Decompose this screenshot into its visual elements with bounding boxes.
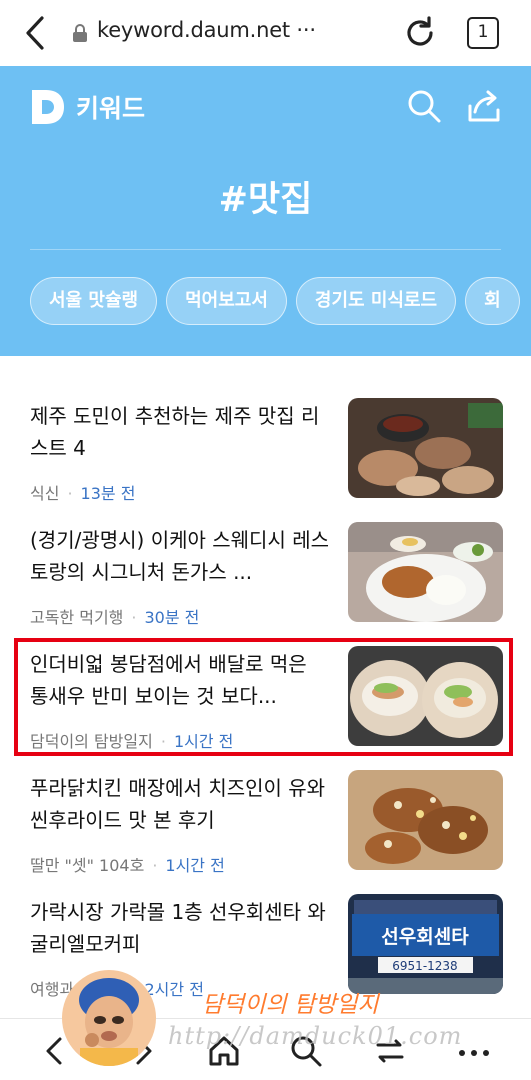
search-icon[interactable] bbox=[406, 88, 442, 124]
article-time: 30분 전 bbox=[144, 608, 200, 627]
article-time: 13분 전 bbox=[80, 484, 136, 503]
thumb-sign-text: 선우회센타 bbox=[381, 926, 469, 948]
watermark-name: 담덕이의 탐방일지 bbox=[202, 992, 379, 1018]
article-title[interactable]: (경기/광명시) 이케아 스웨디시 레스토랑의 시그니처 돈가스 ... bbox=[30, 524, 330, 588]
article-source: 고독한 먹기행 bbox=[30, 608, 124, 627]
article-meta: 식신 · 13분 전 bbox=[30, 484, 136, 503]
keyword-header: 키워드 #맛집 서울 맛슐랭 먹어보고서 경기도 미식로드 회 bbox=[0, 66, 531, 356]
address-bar-url[interactable]: keyword.daum.net ··· bbox=[97, 18, 316, 42]
list-item[interactable]: 제주 도민이 추천하는 제주 맛집 리스트 4 식신 · 13분 전 bbox=[30, 394, 503, 522]
article-thumbnail[interactable] bbox=[348, 398, 503, 498]
article-thumbnail[interactable] bbox=[348, 770, 503, 870]
article-meta: 고독한 먹기행 · 30분 전 bbox=[30, 608, 200, 627]
article-title[interactable]: 제주 도민이 추천하는 제주 맛집 리스트 4 bbox=[30, 400, 330, 464]
article-thumbnail[interactable]: 선우회센타 6951-1238 bbox=[348, 894, 503, 994]
list-item[interactable]: (경기/광명시) 이케아 스웨디시 레스토랑의 시그니처 돈가스 ... 고독한… bbox=[30, 518, 503, 646]
chip-keyword[interactable]: 서울 맛슐랭 bbox=[30, 277, 158, 325]
related-keyword-chips: 서울 맛슐랭 먹어보고서 경기도 미식로드 회 bbox=[30, 277, 529, 327]
browser-toolbar: keyword.daum.net ··· 1 bbox=[0, 0, 531, 66]
watermark-avatar bbox=[62, 970, 156, 1066]
article-title[interactable]: 푸라닭치킨 매장에서 치즈인이 유와 씬후라이드 맛 본 후기 bbox=[30, 772, 330, 836]
chip-keyword[interactable]: 경기도 미식로드 bbox=[295, 277, 457, 325]
logo-title[interactable]: 키워드 bbox=[76, 89, 145, 125]
list-item[interactable]: 푸라닭치킨 매장에서 치즈인이 유와 씬후라이드 맛 본 후기 딸만 "셋" 1… bbox=[30, 766, 503, 894]
chip-keyword[interactable]: 먹어보고서 bbox=[166, 277, 287, 325]
article-time: 1시간 전 bbox=[165, 856, 225, 875]
back-icon[interactable] bbox=[22, 14, 52, 52]
watermark-url: http://damduck01.com bbox=[168, 1022, 463, 1050]
share-icon[interactable] bbox=[466, 88, 502, 124]
divider bbox=[30, 249, 501, 250]
keyword-title: #맛집 bbox=[218, 180, 313, 220]
article-source: 딸만 "셋" 104호 bbox=[30, 856, 145, 875]
lock-icon bbox=[73, 24, 87, 42]
article-title[interactable]: 가락시장 가락몰 1층 선우회센타 와 굴리엘모커피 bbox=[30, 896, 330, 960]
highlight-box bbox=[14, 638, 513, 756]
daum-logo-icon[interactable] bbox=[30, 87, 66, 127]
reload-icon[interactable] bbox=[402, 15, 438, 51]
chip-keyword[interactable]: 회 bbox=[465, 277, 520, 325]
tab-count-button[interactable]: 1 bbox=[467, 17, 499, 49]
article-thumbnail[interactable] bbox=[348, 522, 503, 622]
article-time: 2시간 전 bbox=[144, 980, 204, 999]
article-source: 식신 bbox=[30, 484, 60, 503]
article-meta: 딸만 "셋" 104호 · 1시간 전 bbox=[30, 856, 225, 875]
thumb-sign-phone: 6951-1238 bbox=[392, 959, 457, 973]
